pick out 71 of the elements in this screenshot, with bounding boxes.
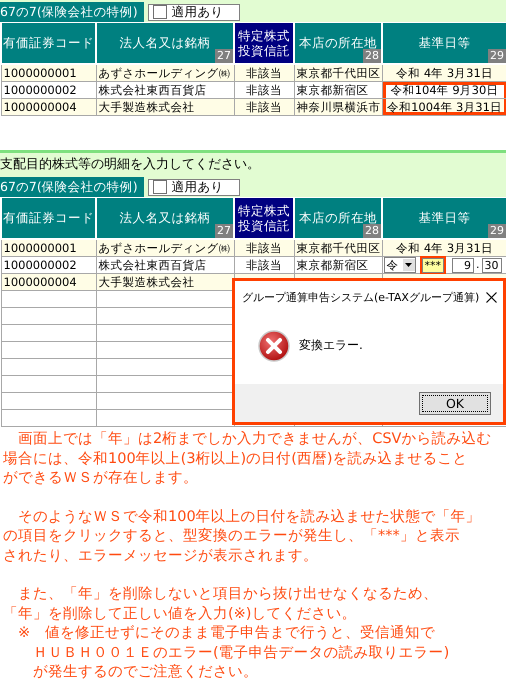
checkbox-box[interactable] [152,180,167,194]
note-line: 画面上では「年」は2桁までしか入力できませんが、CSVから読み込む [17,430,492,449]
table-cell: あずさホールディング㈱ [96,239,234,256]
table-cell: 東京都新宿区 [294,82,382,98]
table-cell: 大手製造株式会社 [96,98,234,116]
table-cell: 1000000001 [1,239,96,256]
table-cell: 東京都千代田区 [294,239,382,256]
dialog-title: グループ通算申告システム(e-TAXグループ通算) [242,290,480,304]
column-number-badge: 27 [215,224,233,238]
table-cell: 株式会社東西百貨店 [96,256,234,274]
column-number-badge: 29 [488,49,506,63]
dropdown-arrow-icon [405,263,412,267]
column-header: 有価証券コード [1,198,96,239]
note-line: 場合には、令和100年以上(3桁以上)の日付(西暦)を読み込ませること [3,450,468,468]
column-header: 特定株式投資信託 [234,23,294,64]
checkbox-box[interactable] [152,5,167,19]
column-header: 特定株式投資信託 [234,198,294,239]
note-line: また、「年」を削除しないと項目から抜け出せなくなるため、 [17,585,438,604]
apply-checkbox[interactable]: 適用あり [148,4,240,20]
table-cell: 令和1004年 3月31日 [382,98,506,116]
month-field[interactable]: 9 [452,258,474,272]
column-header: 法人名又は銘柄 27 [96,23,234,64]
table-cell: 東京都新宿区 [294,256,382,274]
section-tab-label: 67の7(保険会社の特例) [0,177,144,197]
note-line: が発生するのでご注意ください。 [32,663,258,682]
table-cell: 非該当 [234,256,294,274]
table-cell: 令和 4年 3月31日 [382,239,506,256]
table-cell: 非該当 [234,98,294,116]
table-cell: 非該当 [234,239,294,256]
column-header: 法人名又は銘柄 27 [96,198,234,239]
era-dropdown[interactable]: 令 [384,257,416,273]
section-tab-label: 67の7(保険会社の特例) [0,2,144,22]
note-line: 「年」を削除して正しい値を入力(※)してください。 [3,604,356,624]
instruction-text: 支配目的株式等の明細を入力してください。 [0,157,260,174]
column-number-badge: 28 [363,49,381,63]
table-cell: 大手製造株式会社 [96,274,234,290]
table-cell: あずさホールディング㈱ [96,64,234,82]
table-cell: 神奈川県横浜市 [294,98,382,116]
apply-checkbox[interactable]: 適用あり [148,178,240,196]
table-cell: 東京都千代田区 [294,64,382,82]
column-number-badge: 27 [215,49,233,63]
table-cell: 非該当 [234,64,294,82]
table-cell: 1000000002 [1,82,96,98]
table-cell: 1000000004 [1,98,96,116]
error-icon [258,330,290,362]
column-header: 本店の所在地 28 [294,198,382,239]
close-icon[interactable] [486,292,497,302]
column-number-badge: 29 [488,224,506,238]
table-cell: 1000000002 [1,256,96,274]
note-line: そのようなＷＳで令和100年以上の日付を読み込ませた状態で「年」 [17,508,481,526]
note-line: されたり、エラーメッセージが表示されます。 [3,546,318,566]
table-cell: 非該当 [234,82,294,98]
table-cell: 株式会社東西百貨店 [96,82,234,98]
note-line: ＨＵＢＨ００１Ｅのエラー(電子申告データの読み取りエラー) [32,644,450,662]
ok-button[interactable]: OK [419,392,491,414]
note-line: ができるＷＳが存在します。 [3,469,198,488]
note-line: ※ 値を修正せずにそのまま電子申告まで行うと、受信通知で [17,624,436,643]
column-header: 基準日等 29 [382,23,506,64]
error-message: 変換エラー. [299,337,363,354]
year-field[interactable]: *** [422,258,444,272]
separator-text: . [476,257,480,273]
table-cell: 1000000001 [1,64,96,82]
table-cell: 令和 4年 3月31日 [382,64,506,82]
column-header: 有価証券コード [1,23,96,64]
table-cell: 1000000004 [1,274,96,290]
column-header: 本店の所在地 28 [294,23,382,64]
column-number-badge: 28 [363,224,381,238]
column-header: 基準日等 29 [382,198,506,239]
note-line: の項目をクリックすると、型変換のエラーが発生し、「***」と表示 [3,527,460,546]
table-cell: 令和104年 9月30日 [382,82,506,98]
day-field[interactable]: 30 [482,258,502,272]
